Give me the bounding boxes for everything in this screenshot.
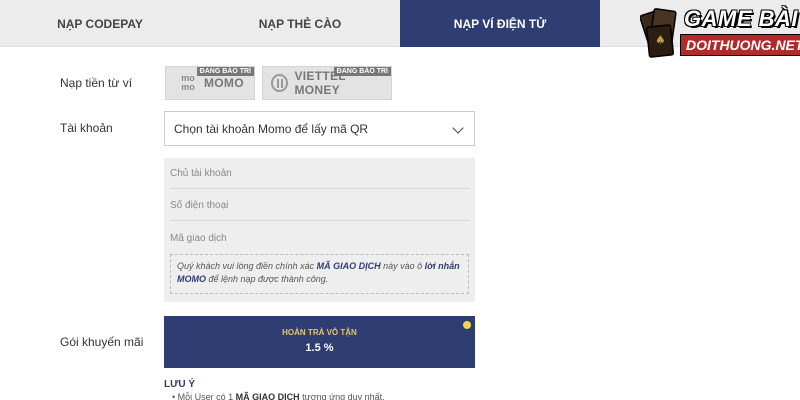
note-item: • Mỗi User có 1 MÃ GIAO DỊCH tương ứng d… bbox=[172, 392, 385, 400]
notice-box: Quý khách vui lòng điền chính xác MÃ GIA… bbox=[170, 254, 469, 294]
owner-placeholder: Chủ tài khoản bbox=[170, 168, 232, 179]
transaction-placeholder: Mã giao dịch bbox=[170, 232, 227, 244]
site-logo: ♠ GAME BÀI DOITHUONG.NET bbox=[640, 0, 800, 70]
wallet-name: MOMO bbox=[204, 76, 244, 90]
promo-card[interactable]: HOÀN TRẢ VÔ TẬN 1.5 % bbox=[164, 316, 475, 368]
maintenance-badge: ĐANG BẢO TRÌ bbox=[196, 67, 254, 76]
promo-value: 1.5 % bbox=[305, 342, 334, 354]
notice-text: để lệnh nạp được thành công. bbox=[206, 274, 329, 284]
svg-text:♠: ♠ bbox=[655, 33, 666, 47]
phone-placeholder: Số điện thoại bbox=[170, 200, 229, 211]
playing-cards-icon: ♠ bbox=[640, 8, 677, 58]
account-select-value: Chọn tài khoản Momo để lấy mã QR bbox=[174, 121, 369, 136]
selected-indicator-icon bbox=[463, 321, 471, 329]
notice-code: MÃ GIAO DỊCH bbox=[316, 261, 381, 271]
notice-text: Quý khách vui lòng điền chính xác bbox=[177, 261, 317, 271]
notice-text: này vào ô bbox=[380, 261, 425, 271]
tab-codepay[interactable]: NẠP CODEPAY bbox=[0, 0, 200, 47]
logo-subtitle: DOITHUONG.NET bbox=[680, 34, 800, 56]
account-label: Tài khoản bbox=[60, 121, 113, 135]
owner-field[interactable]: Chủ tài khoản bbox=[170, 159, 469, 189]
promo-label: Gói khuyến mãi bbox=[60, 335, 144, 349]
account-select[interactable]: Chọn tài khoản Momo để lấy mã QR bbox=[164, 111, 475, 146]
note-code: MÃ GIAO DỊCH bbox=[235, 392, 300, 400]
phone-field[interactable]: Số điện thoại bbox=[170, 191, 469, 221]
note-text: tương ứng duy nhất. bbox=[299, 392, 385, 400]
viettel-icon bbox=[271, 74, 289, 92]
wallet-viettel-button[interactable]: ĐANG BẢO TRÌ VIETTEL MONEY bbox=[262, 66, 392, 100]
account-info-panel: Chủ tài khoản Số điện thoại Mã giao dịch… bbox=[164, 158, 475, 302]
wallet-momo-button[interactable]: ĐANG BẢO TRÌ mo mo MOMO bbox=[165, 66, 255, 100]
transaction-code-field[interactable]: Mã giao dịch bbox=[170, 223, 469, 253]
maintenance-badge: ĐANG BẢO TRÌ bbox=[333, 67, 391, 76]
momo-icon: mo mo bbox=[181, 73, 195, 92]
wallet-label: Nạp tiền từ ví bbox=[60, 76, 133, 90]
note-title: LƯU Ý bbox=[164, 379, 196, 390]
note-text: • Mỗi User có 1 bbox=[172, 392, 236, 400]
chevron-down-icon bbox=[452, 122, 464, 134]
promo-title: HOÀN TRẢ VÔ TẬN bbox=[282, 328, 357, 337]
logo-title: GAME BÀI bbox=[684, 6, 798, 31]
tab-e-wallet[interactable]: NẠP VÍ ĐIỆN TỬ bbox=[400, 0, 600, 47]
tab-scratch-card[interactable]: NẠP THẺ CÀO bbox=[200, 0, 400, 47]
